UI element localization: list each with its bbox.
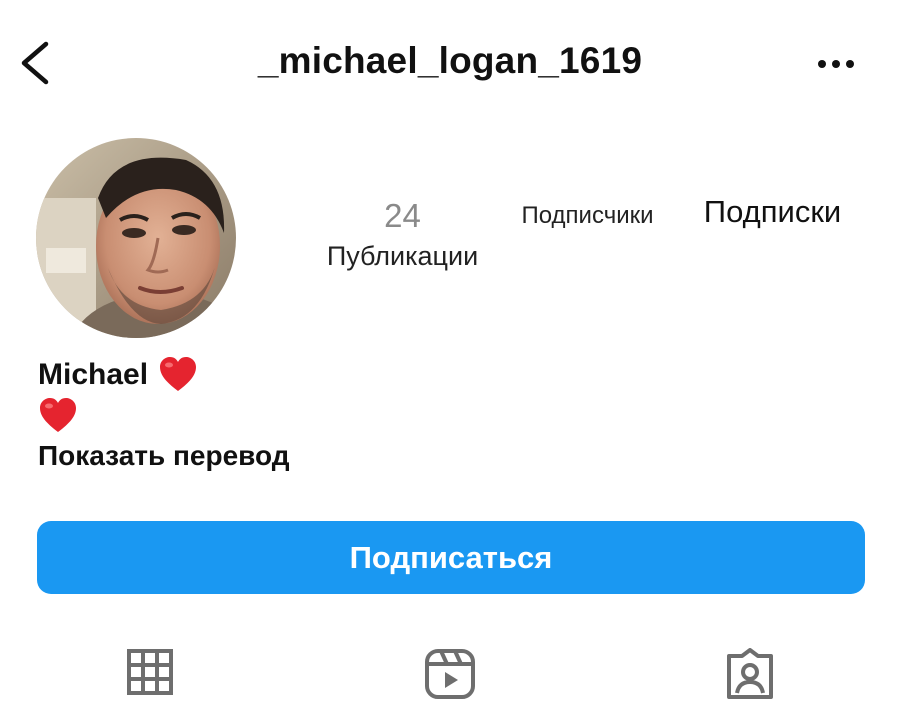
more-horizontal-icon: [818, 60, 854, 68]
profile-username-title: _michael_logan_1619: [257, 40, 643, 81]
posts-label: Публикации: [326, 241, 479, 271]
bio-heart-line: [38, 396, 290, 436]
profile-bio: Michael Показать перевод: [38, 354, 290, 476]
bio-name-line: Michael: [38, 354, 290, 396]
tagged-icon: [727, 648, 773, 699]
following-label[interactable]: Подписки: [690, 196, 855, 228]
profile-photo: [36, 138, 236, 338]
tab-tagged[interactable]: [720, 648, 780, 708]
following-stat[interactable]: Подписки: [690, 196, 855, 228]
follow-button[interactable]: Подписаться: [37, 521, 865, 594]
show-translation-link[interactable]: Показать перевод: [38, 436, 290, 476]
tab-reels[interactable]: [420, 648, 480, 708]
posts-count: 24: [384, 197, 421, 234]
more-options-button[interactable]: [812, 50, 862, 78]
grid-icon: [127, 649, 173, 695]
followers-stat[interactable]: Подписчики: [500, 200, 675, 232]
reels-icon: [425, 649, 475, 699]
tab-posts-grid[interactable]: [120, 648, 180, 708]
posts-stat: 24 Публикации: [310, 198, 495, 272]
profile-display-name: Michael: [38, 358, 149, 391]
profile-avatar[interactable]: [36, 138, 236, 338]
profile-header: _michael_logan_1619: [0, 0, 900, 130]
red-heart-icon: [40, 398, 76, 432]
red-heart-icon: [160, 357, 197, 391]
followers-label[interactable]: Подписчики: [500, 200, 675, 232]
